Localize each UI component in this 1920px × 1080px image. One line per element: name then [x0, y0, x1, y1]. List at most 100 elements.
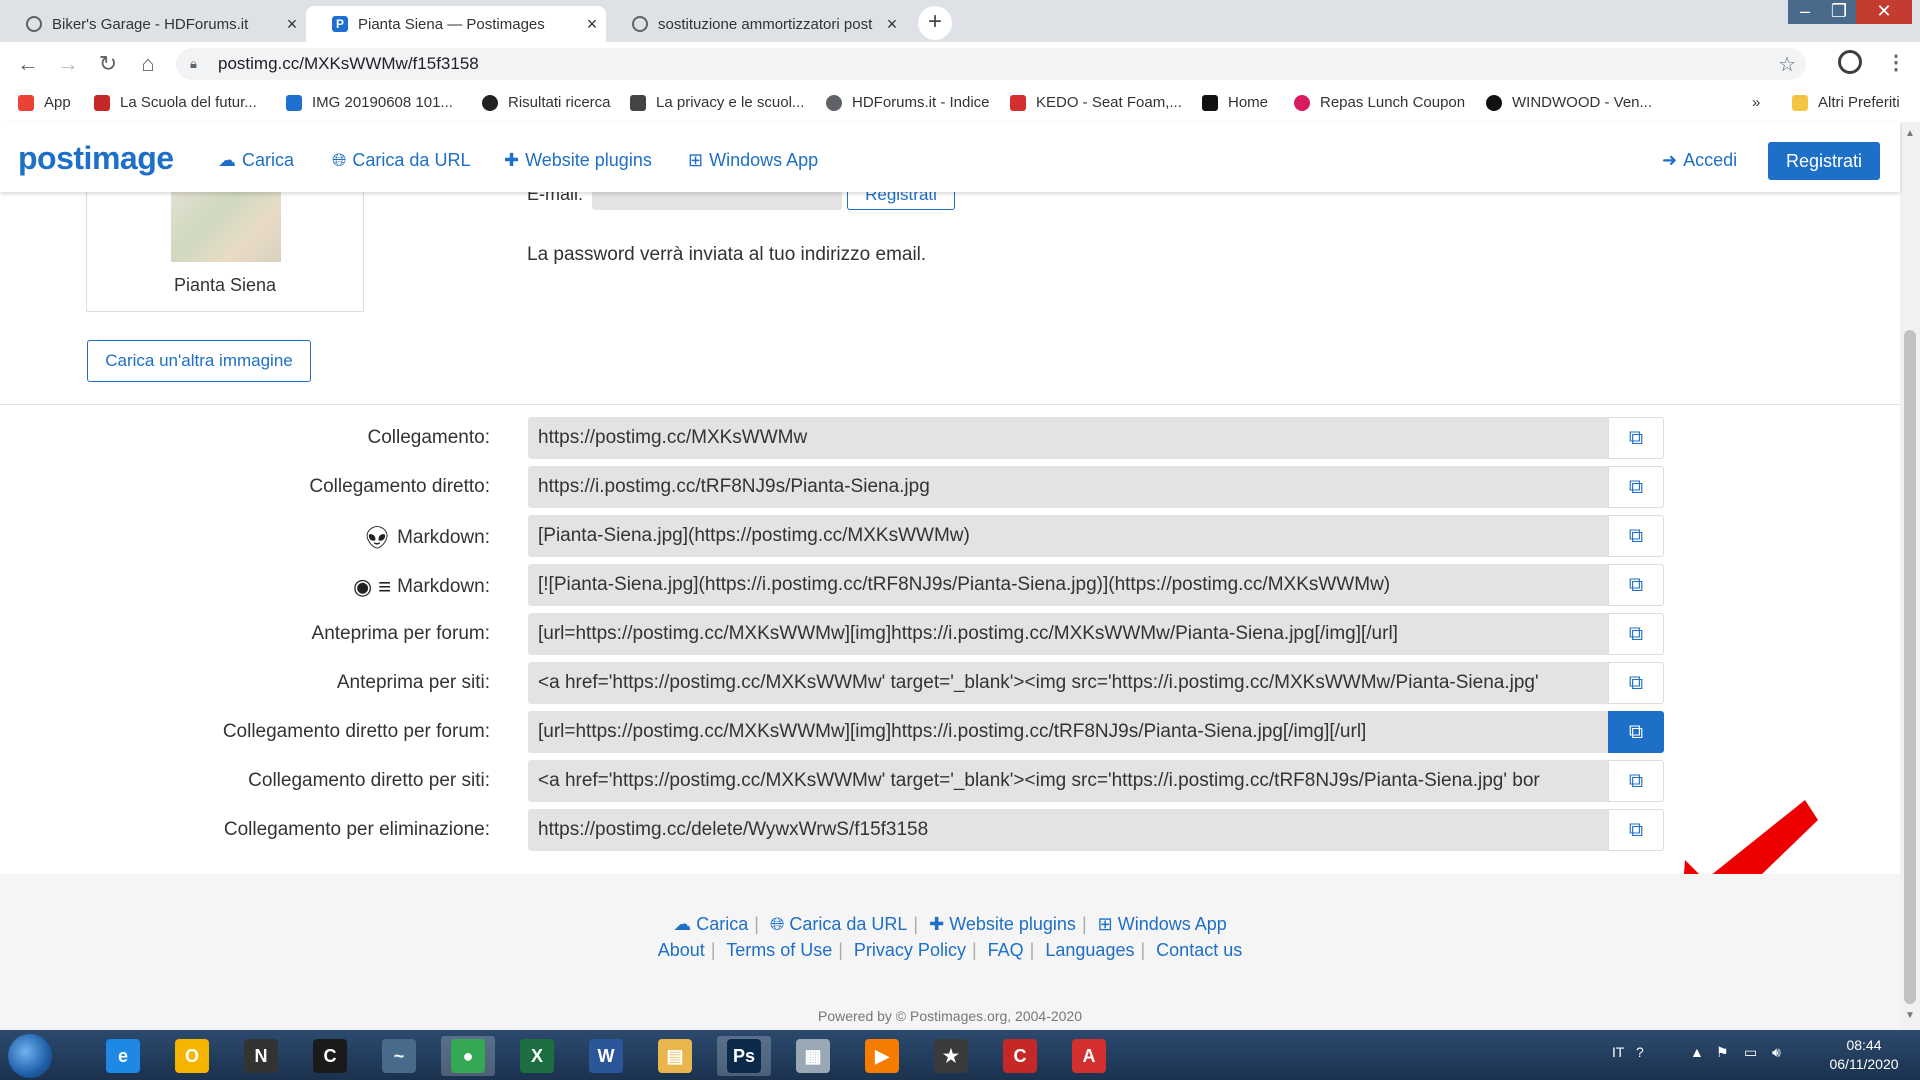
back-arrow-icon[interactable]: ←	[14, 50, 42, 78]
word-icon: W	[589, 1039, 623, 1073]
close-tab-icon[interactable]: ×	[578, 14, 606, 35]
link-field[interactable]: https://postimg.cc/delete/WywxWrwS/f15f3…	[528, 809, 1608, 851]
bookmark-item[interactable]: WINDWOOD - Ven...	[1486, 94, 1652, 111]
bookmark-item[interactable]: Risultati ricerca	[482, 94, 611, 111]
reload-icon[interactable]: ↻	[94, 50, 122, 78]
footer-link-carica-da-url[interactable]: 🌐︎ Carica da URL	[770, 914, 907, 934]
copy-icon[interactable]: ⧉	[1608, 466, 1664, 508]
login-link[interactable]: ➜ Accedi	[1662, 150, 1737, 171]
footer-link-languages[interactable]: Languages	[1045, 940, 1134, 960]
nav-carica[interactable]: ☁ Carica	[218, 150, 294, 171]
close-tab-icon[interactable]: ×	[278, 14, 306, 35]
footer-link-privacy[interactable]: Privacy Policy	[854, 940, 966, 960]
taskbar-feather-app[interactable]: ~	[372, 1036, 426, 1076]
link-field[interactable]: <a href='https://postimg.cc/MXKsWWMw' ta…	[528, 760, 1608, 802]
bookmarks-overflow-button[interactable]: »	[1752, 94, 1760, 111]
scroll-up-arrow-icon[interactable]: ▲	[1900, 128, 1920, 139]
close-tab-icon[interactable]: ×	[878, 14, 906, 35]
minimize-button[interactable]: –	[1788, 0, 1822, 24]
taskbar-excel[interactable]: X	[510, 1036, 564, 1076]
explorer-icon: ▤	[658, 1039, 692, 1073]
nav-windows-app[interactable]: ⊞ Windows App	[688, 150, 818, 171]
email-field[interactable]	[592, 192, 842, 210]
taskbar-photoshop[interactable]: Ps	[717, 1036, 771, 1076]
upload-another-button[interactable]: Carica un'altra immagine	[87, 340, 311, 382]
taskbar-outlook[interactable]: O	[165, 1036, 219, 1076]
taskbar-chrome[interactable]: ●	[441, 1036, 495, 1076]
bookmark-item[interactable]: Repas Lunch Coupon	[1294, 94, 1465, 111]
copy-icon[interactable]: ⧉	[1608, 515, 1664, 557]
footer-link-faq[interactable]: FAQ	[988, 940, 1024, 960]
link-field[interactable]: https://i.postimg.cc/tRF8NJ9s/Pianta-Sie…	[528, 466, 1608, 508]
taskbar-capture-nx[interactable]: C	[303, 1036, 357, 1076]
taskbar-explorer[interactable]: ▤	[648, 1036, 702, 1076]
image-thumbnail[interactable]	[171, 192, 281, 262]
volume-icon[interactable]: 🔊︎	[1772, 1044, 1781, 1061]
bookmark-item[interactable]: KEDO - Seat Foam,...	[1010, 94, 1182, 111]
nav-carica-da-url[interactable]: 🌐︎ Carica da URL	[332, 150, 470, 171]
tab-pianta-siena[interactable]: P Pianta Siena — Postimages ×	[306, 6, 606, 42]
link-field[interactable]: https://postimg.cc/MXKsWWMw	[528, 417, 1608, 459]
copy-icon[interactable]: ⧉	[1608, 417, 1664, 459]
kebab-menu-icon[interactable]: ⋮	[1886, 50, 1906, 75]
bookmark-star-icon[interactable]: ☆	[1778, 52, 1796, 77]
home-icon[interactable]: ⌂	[134, 50, 162, 78]
bookmark-item[interactable]: HDForums.it - Indice	[826, 94, 990, 111]
taskbar-movie-maker[interactable]: ★	[924, 1036, 978, 1076]
taskbar-acrobat[interactable]: A	[1062, 1036, 1116, 1076]
bookmark-item[interactable]: Home	[1202, 94, 1268, 111]
copy-icon[interactable]: ⧉	[1608, 662, 1664, 704]
link-field[interactable]: [url=https://postimg.cc/MXKsWWMw][img]ht…	[528, 711, 1608, 753]
windows-icon: ⊞	[688, 150, 704, 170]
register-email-button[interactable]: Registrati	[847, 192, 955, 210]
copy-icon[interactable]: ⧉	[1608, 564, 1664, 606]
show-hidden-icons-icon[interactable]: ▲	[1690, 1044, 1704, 1060]
bookmark-apps[interactable]: App	[18, 94, 71, 111]
taskbar-nikon-transfer[interactable]: N	[234, 1036, 288, 1076]
nav-website-plugins[interactable]: ✚ Website plugins	[504, 150, 652, 171]
link-label-text: Collegamento per eliminazione:	[223, 819, 490, 840]
start-button[interactable]	[8, 1034, 52, 1078]
link-field[interactable]: [Pianta-Siena.jpg](https://postimg.cc/MX…	[528, 515, 1608, 557]
footer-link-contact[interactable]: Contact us	[1156, 940, 1242, 960]
new-tab-button[interactable]: +	[918, 6, 952, 40]
address-bar[interactable]: 🔒︎ postimg.cc/MXKsWWMw/f15f3158 ☆	[176, 48, 1806, 80]
copy-icon[interactable]: ⧉	[1608, 711, 1664, 753]
link-field[interactable]: <a href='https://postimg.cc/MXKsWWMw' ta…	[528, 662, 1608, 704]
bookmark-item[interactable]: La Scuola del futur...	[94, 94, 257, 111]
link-field[interactable]: [url=https://postimg.cc/MXKsWWMw][img]ht…	[528, 613, 1608, 655]
taskbar-calculator[interactable]: ▦	[786, 1036, 840, 1076]
bookmark-item[interactable]: IMG 20190608 101...	[286, 94, 453, 111]
taskbar-word[interactable]: W	[579, 1036, 633, 1076]
footer-link-website-plugins[interactable]: ✚ Website plugins	[929, 914, 1076, 934]
copy-icon[interactable]: ⧉	[1608, 613, 1664, 655]
close-window-button[interactable]: ✕	[1856, 0, 1912, 24]
action-center-flag-icon[interactable]: ⚑	[1716, 1044, 1729, 1061]
language-indicator[interactable]: IT	[1612, 1044, 1624, 1060]
profile-icon[interactable]	[1838, 50, 1862, 74]
copy-icon[interactable]: ⧉	[1608, 809, 1664, 851]
register-button[interactable]: Registrati	[1768, 142, 1880, 180]
scroll-down-arrow-icon[interactable]: ▼	[1900, 1010, 1920, 1021]
taskbar-internet-explorer[interactable]: e	[96, 1036, 150, 1076]
footer-link-about[interactable]: About	[658, 940, 705, 960]
footer-link-terms[interactable]: Terms of Use	[726, 940, 832, 960]
help-icon[interactable]: ?	[1636, 1044, 1644, 1060]
tab-bikers-garage[interactable]: Biker's Garage - HDForums.it ×	[0, 6, 306, 42]
footer-link-carica[interactable]: ☁ Carica	[673, 914, 748, 934]
network-icon[interactable]: ▭	[1744, 1044, 1757, 1061]
link-field[interactable]: [![Pianta-Siena.jpg](https://i.postimg.c…	[528, 564, 1608, 606]
copy-icon[interactable]: ⧉	[1608, 760, 1664, 802]
taskbar-media-player[interactable]: ▶	[855, 1036, 909, 1076]
forward-arrow-icon[interactable]: →	[54, 50, 82, 78]
scrollbar-thumb[interactable]	[1904, 330, 1916, 1004]
bookmark-item[interactable]: La privacy e le scuol...	[630, 94, 804, 111]
footer-link-windows-app[interactable]: ⊞ Windows App	[1098, 914, 1227, 934]
tab-sostituzione[interactable]: sostituzione ammortizzatori post ×	[606, 6, 906, 42]
postimage-logo[interactable]: postimage	[18, 140, 174, 177]
other-bookmarks-folder[interactable]: Altri Preferiti	[1792, 94, 1900, 111]
taskbar-ccleaner[interactable]: C	[993, 1036, 1047, 1076]
page-scrollbar[interactable]: ▲ ▼	[1900, 122, 1920, 1030]
system-clock[interactable]: 08:44 06/11/2020	[1818, 1036, 1910, 1074]
maximize-button[interactable]: ❐	[1822, 0, 1856, 24]
